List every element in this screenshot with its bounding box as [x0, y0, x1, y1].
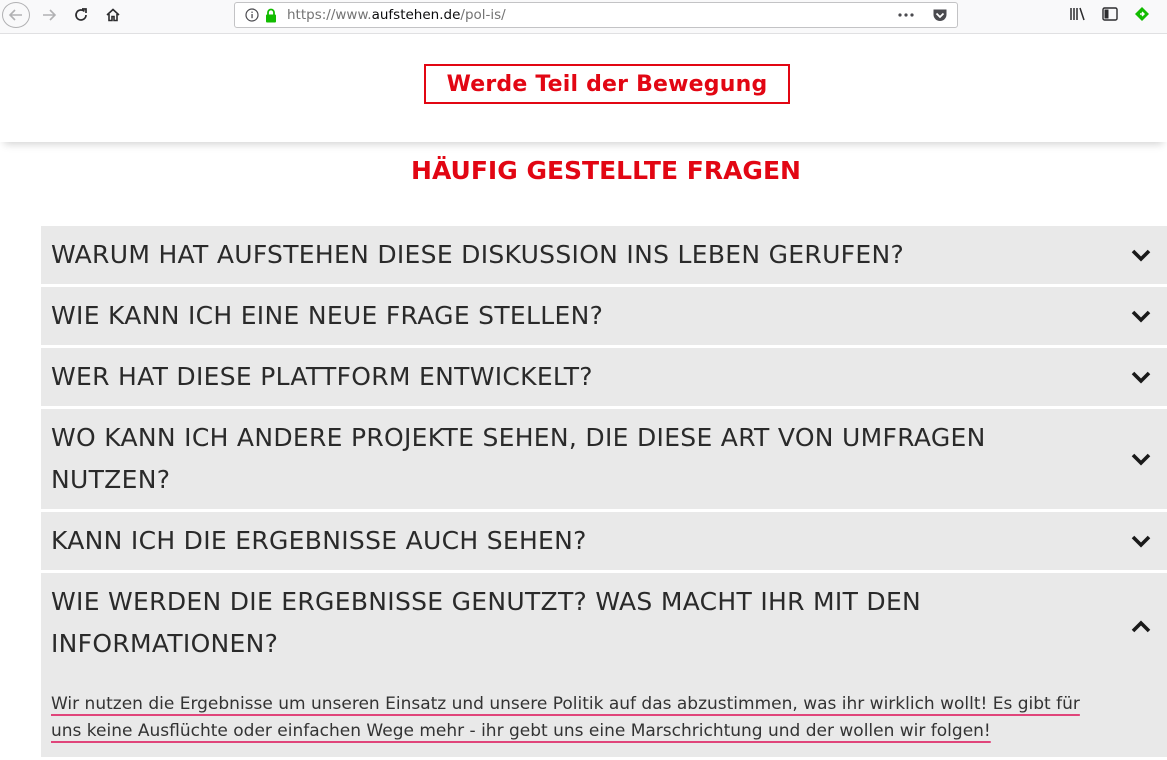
- faq-item[interactable]: WARUM HAT AUFSTEHEN DIESE DISKUSSION INS…: [41, 226, 1167, 284]
- faq-item[interactable]: WER HAT DIESE PLATTFORM ENTWICKELT?: [41, 348, 1167, 406]
- faq-answer: Wir nutzen die Ergebnisse um unseren Ein…: [51, 665, 1107, 749]
- faq-item[interactable]: WO KANN ICH ANDERE PROJEKTE SEHEN, DIE D…: [41, 409, 1167, 509]
- faq-item-expanded[interactable]: WIE WERDEN DIE ERGEBNISSE GENUTZT? WAS M…: [41, 573, 1167, 757]
- reload-button[interactable]: [68, 2, 94, 28]
- sidebar-icon[interactable]: [1101, 5, 1119, 23]
- faq-question: WO KANN ICH ANDERE PROJEKTE SEHEN, DIE D…: [51, 423, 986, 494]
- chevron-down-icon[interactable]: [1129, 365, 1153, 389]
- home-button[interactable]: [100, 2, 126, 28]
- library-icon[interactable]: [1069, 5, 1087, 23]
- pocket-icon[interactable]: [931, 6, 949, 24]
- url-path: /pol-is/: [460, 7, 506, 23]
- faq-question: WIE WERDEN DIE ERGEBNISSE GENUTZT? WAS M…: [51, 587, 922, 658]
- chevron-up-icon[interactable]: [1129, 615, 1153, 639]
- chevron-down-icon[interactable]: [1129, 304, 1153, 328]
- faq-question: WER HAT DIESE PLATTFORM ENTWICKELT?: [51, 362, 593, 391]
- chevron-down-icon[interactable]: [1129, 529, 1153, 553]
- faq-item[interactable]: WIE KANN ICH EINE NEUE FRAGE STELLEN?: [41, 287, 1167, 345]
- faq-question: WIE KANN ICH EINE NEUE FRAGE STELLEN?: [51, 301, 604, 330]
- faq-item[interactable]: KANN ICH DIE ERGEBNISSE AUCH SEHEN?: [41, 512, 1167, 570]
- join-movement-button[interactable]: Werde Teil der Bewegung: [424, 64, 790, 104]
- address-bar[interactable]: https://www.aufstehen.de/pol-is/: [234, 2, 958, 28]
- site-header: Werde Teil der Bewegung: [0, 34, 1167, 142]
- page-actions-icon[interactable]: [897, 6, 915, 24]
- lock-icon[interactable]: [263, 7, 279, 23]
- arrow-left-icon: [8, 9, 22, 21]
- browser-toolbar: https://www.aufstehen.de/pol-is/: [0, 0, 1167, 34]
- url-prefix: https://www.: [287, 7, 372, 23]
- url-host: aufstehen.de: [371, 7, 461, 23]
- info-icon[interactable]: [244, 7, 260, 23]
- reload-icon: [75, 8, 87, 21]
- chevron-down-icon[interactable]: [1129, 243, 1153, 267]
- url-text: https://www.aufstehen.de/pol-is/: [287, 7, 506, 23]
- faq-list: WARUM HAT AUFSTEHEN DIESE DISKUSSION INS…: [41, 226, 1167, 760]
- home-icon: [106, 8, 120, 22]
- faq-question: KANN ICH DIE ERGEBNISSE AUCH SEHEN?: [51, 526, 587, 555]
- back-button[interactable]: [2, 2, 30, 28]
- chevron-down-icon[interactable]: [1129, 447, 1153, 471]
- arrow-right-icon: [43, 9, 57, 21]
- faq-question: WARUM HAT AUFSTEHEN DIESE DISKUSSION INS…: [51, 240, 905, 269]
- extension-icon[interactable]: [1133, 5, 1151, 23]
- faq-title: HÄUFIG GESTELLTE FRAGEN: [411, 156, 801, 185]
- faq-answer-text: Wir nutzen die Ergebnisse um unseren Ein…: [51, 694, 1080, 741]
- forward-button[interactable]: [36, 2, 62, 28]
